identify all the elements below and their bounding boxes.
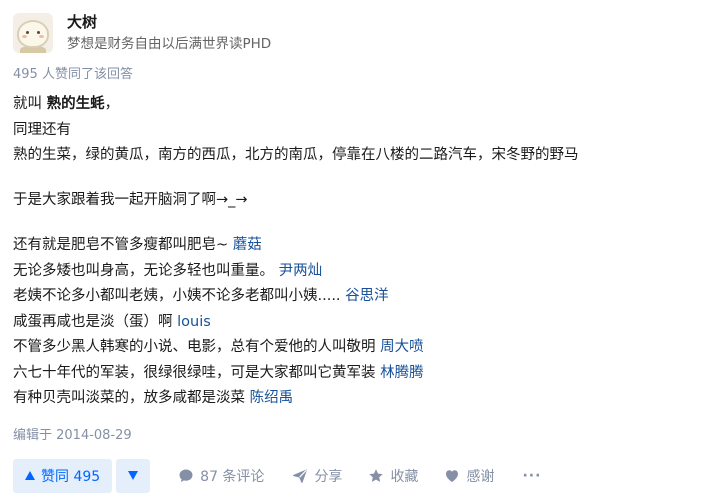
triangle-down-icon <box>128 471 139 480</box>
vote-count-line[interactable]: 495 人赞同了该回答 <box>13 65 133 85</box>
avatar-eye <box>26 31 29 34</box>
comments-label: 87 条评论 <box>200 468 265 485</box>
quote-line: 有种贝壳叫淡菜的，放多咸都是淡菜 陈绍禹 <box>13 386 703 412</box>
quote-text: 有种贝壳叫淡菜的，放多咸都是淡菜 <box>13 390 250 406</box>
user-link[interactable]: 蘑菇 <box>233 237 262 253</box>
quote-text: 咸蛋再咸也是淡（蛋）啊 <box>13 313 178 330</box>
quote-line: 咸蛋再咸也是淡（蛋）啊 louis <box>13 310 703 336</box>
comments-button[interactable]: 87 条评论 <box>178 466 264 486</box>
content-text: 就叫 <box>13 96 47 112</box>
triangle-up-icon <box>25 471 35 480</box>
author-name[interactable]: 大树 <box>67 12 271 32</box>
action-bar: 赞同 495 87 条评论 分享 收藏 感谢 ··· <box>13 458 541 493</box>
user-link[interactable]: 林腾腾 <box>380 365 424 381</box>
avatar[interactable] <box>13 13 53 53</box>
content-text: ， <box>104 96 120 112</box>
user-link[interactable]: 谷思洋 <box>345 288 389 304</box>
avatar-cheek <box>39 35 44 38</box>
avatar-eye <box>37 31 40 34</box>
avatar-cheek <box>22 35 27 38</box>
user-link[interactable]: louis <box>177 314 211 330</box>
share-label: 分享 <box>314 468 343 485</box>
content-bold-text: 熟的生蚝 <box>46 96 105 112</box>
star-icon <box>369 468 384 482</box>
quote-text: 还有就是肥皂不管多瘦都叫肥皂~ <box>13 237 233 253</box>
quote-line: 老姨不论多小都叫老姨，小姨不论多老都叫小姨..... 谷思洋 <box>13 284 703 310</box>
content-line: 熟的生菜，绿的黄瓜，南方的西瓜，北方的南瓜，停靠在八楼的二路汽车，宋冬野的野马 <box>13 147 579 163</box>
comment-icon <box>179 469 193 482</box>
author-text: 大树 梦想是财务自由以后满世界读PHD <box>67 12 271 54</box>
favorite-label: 收藏 <box>390 468 419 485</box>
user-link[interactable]: 陈绍禹 <box>250 390 294 406</box>
quote-text: 不管多少黑人韩寒的小说、电影，总有个爱他的人叫敬明 <box>13 339 381 355</box>
user-link[interactable]: 周大喷 <box>380 339 424 355</box>
more-button[interactable]: ··· <box>522 468 541 484</box>
favorite-button[interactable]: 收藏 <box>368 466 418 486</box>
avatar-face <box>17 20 49 48</box>
vote-up-label: 赞同 495 <box>41 468 101 485</box>
author-info: 大树 梦想是财务自由以后满世界读PHD <box>13 11 271 55</box>
answer-content: 就叫 熟的生蚝， 同理还有 熟的生菜，绿的黄瓜，南方的西瓜，北方的南瓜，停靠在八… <box>13 92 703 412</box>
thanks-button[interactable]: 感谢 <box>444 466 494 486</box>
heart-icon <box>446 469 459 482</box>
edited-date[interactable]: 编辑于 2014-08-29 <box>13 426 132 446</box>
vote-up-button[interactable]: 赞同 495 <box>13 458 113 493</box>
content-line: 同理还有 <box>13 121 71 138</box>
author-bio: 梦想是财务自由以后满世界读PHD <box>67 36 272 52</box>
thanks-label: 感谢 <box>466 468 495 485</box>
quote-line: 六七十年代的军装，很绿很绿哇，可是大家都叫它黄军装 林腾腾 <box>13 361 703 387</box>
content-line: 就叫 熟的生蚝， <box>13 92 703 118</box>
quote-line: 还有就是肥皂不管多瘦都叫肥皂~ 蘑菇 <box>13 233 703 259</box>
quote-line: 不管多少黑人韩寒的小说、电影，总有个爱他的人叫敬明 周大喷 <box>13 335 703 361</box>
quote-line: 无论多矮也叫身高，无论多轻也叫重量。 尹两灿 <box>13 259 703 285</box>
user-link[interactable]: 尹两灿 <box>279 263 323 279</box>
quote-text: 无论多矮也叫身高，无论多轻也叫重量。 <box>13 262 279 279</box>
vote-down-button[interactable] <box>116 458 151 493</box>
content-line: 于是大家跟着我一起开脑洞了啊→_→ <box>13 191 248 208</box>
paper-plane-icon <box>293 469 308 483</box>
quote-text: 老姨不论多小都叫老姨，小姨不论多老都叫小姨..... <box>13 288 346 304</box>
quote-text: 六七十年代的军装，很绿很绿哇，可是大家都叫它黄军装 <box>13 364 381 381</box>
share-button[interactable]: 分享 <box>292 466 342 486</box>
more-icon: ··· <box>522 467 542 484</box>
